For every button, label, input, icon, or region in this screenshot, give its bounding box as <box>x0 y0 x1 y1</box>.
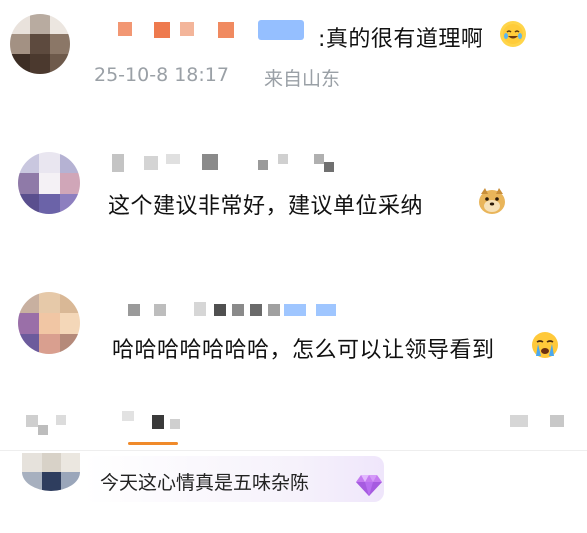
username-blurred[interactable] <box>108 152 348 174</box>
comment-timestamp: 25-10-8 18:17 <box>94 64 229 86</box>
active-tab-indicator <box>128 442 178 445</box>
comment-text: :真的很有道理啊 <box>318 27 484 52</box>
diamond-icon[interactable] <box>354 472 384 498</box>
username-blurred[interactable] <box>126 300 366 320</box>
avatar[interactable] <box>10 14 70 74</box>
crying-laughing-emoji <box>500 21 526 47</box>
comment-text: 哈哈哈哈哈哈哈，怎么可以让领导看到 <box>112 338 495 363</box>
comment-location: 来自山东 <box>264 68 341 90</box>
status-card: 今天这心情真是五味杂陈 <box>0 395 587 533</box>
crying-emoji <box>530 330 560 360</box>
username-blurred[interactable] <box>118 16 318 42</box>
comment-text: 这个建议非常好，建议单位采纳 <box>108 194 424 219</box>
avatar[interactable] <box>22 453 80 491</box>
avatar[interactable] <box>18 292 80 354</box>
status-text: 今天这心情真是五味杂陈 <box>100 472 310 494</box>
doge-emoji <box>477 186 507 216</box>
tab-strip-blurred[interactable] <box>0 405 587 445</box>
divider <box>0 450 587 451</box>
avatar[interactable] <box>18 152 80 214</box>
